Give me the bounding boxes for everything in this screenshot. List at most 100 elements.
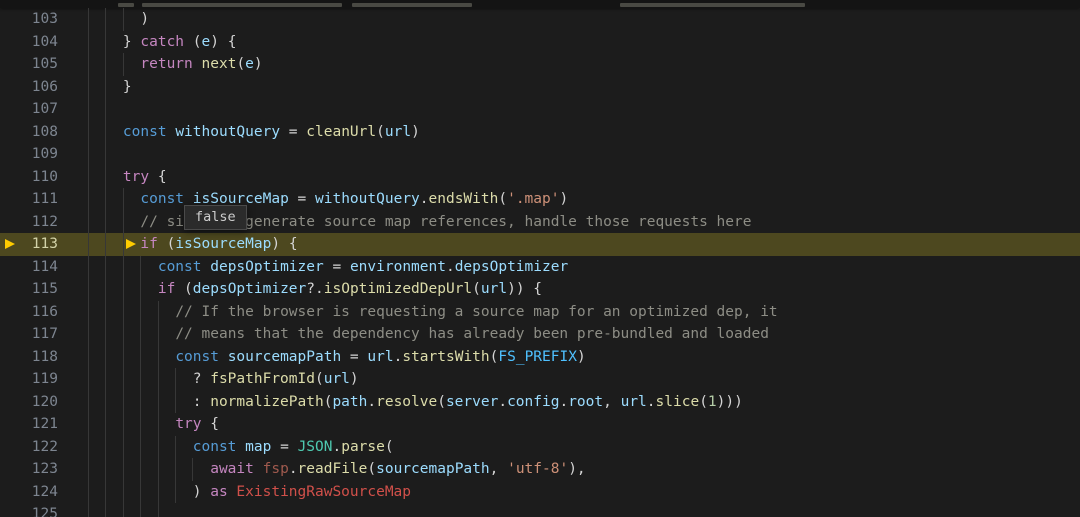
indent-guide [140, 480, 142, 503]
breakpoint-glyph-margin[interactable] [0, 323, 24, 346]
indent-guide [175, 458, 176, 481]
indent-guide [105, 143, 107, 166]
indent-guide [122, 188, 124, 211]
code-line-124: 124 ) as ExistingRawSourceMap [0, 480, 1080, 504]
line-number[interactable]: 110 [24, 166, 58, 189]
line-number[interactable]: 121 [24, 413, 58, 436]
code-line-content[interactable]: // If the browser is requesting a source… [58, 300, 1080, 323]
indent-guide [140, 413, 142, 436]
code-line-content[interactable]: await fsp.readFile(sourcemapPath, 'utf-8… [58, 458, 1080, 481]
breakpoint-glyph-margin[interactable] [0, 458, 24, 481]
breakpoint-glyph-margin[interactable] [0, 121, 24, 144]
code-line-content[interactable]: } catch (e) { [58, 30, 1080, 53]
code-line-content[interactable]: try { [58, 165, 1080, 188]
code-line-content[interactable]: ) [58, 8, 1080, 31]
line-number[interactable]: 104 [24, 31, 58, 54]
line-number[interactable]: 117 [24, 323, 58, 346]
code-text: // since we generate source map referenc… [140, 213, 752, 230]
debug-current-line-arrow-icon [5, 238, 15, 249]
breakpoint-glyph-margin[interactable] [0, 211, 24, 234]
breakpoint-glyph-margin[interactable] [0, 31, 24, 54]
code-line-123: 123 await fsp.readFile(sourcemapPath, 'u… [0, 458, 1080, 481]
code-line-content[interactable]: : normalizePath(path.resolve(server.conf… [58, 390, 1080, 413]
indent-guide [105, 345, 107, 368]
indent-guide [105, 480, 107, 503]
line-number[interactable]: 108 [24, 121, 58, 144]
line-number[interactable]: 118 [24, 346, 58, 369]
line-number[interactable]: 107 [24, 98, 58, 121]
line-number[interactable]: 119 [24, 368, 58, 391]
code-line-content[interactable]: if (isSourceMap) { [58, 233, 1080, 256]
line-number[interactable]: 125 [24, 503, 58, 517]
breakpoint-glyph-margin[interactable] [0, 256, 24, 279]
breakpoint-glyph-margin[interactable] [0, 346, 24, 369]
line-number[interactable]: 106 [24, 76, 58, 99]
code-line-content[interactable]: const sourcemapPath = url.startsWith(FS_… [58, 345, 1080, 368]
line-number[interactable]: 123 [24, 458, 58, 481]
code-line-content[interactable]: const map = JSON.parse( [58, 435, 1080, 458]
breakpoint-glyph-margin[interactable] [0, 166, 24, 189]
breakpoint-glyph-margin[interactable] [0, 368, 24, 391]
indent-guide [157, 323, 159, 346]
indent-guide [122, 458, 124, 481]
breakpoint-glyph-margin[interactable] [0, 391, 24, 414]
code-line-content[interactable]: ? fsPathFromId(url) [58, 368, 1080, 391]
clipped-top-code-line [0, 0, 1080, 8]
line-number[interactable]: 112 [24, 211, 58, 234]
indent-guide [105, 255, 107, 278]
breakpoint-glyph-margin[interactable] [0, 436, 24, 459]
code-line-content[interactable]: return next(e) [58, 53, 1080, 76]
code-line-content[interactable]: const depsOptimizer = environment.depsOp… [58, 255, 1080, 278]
line-number[interactable]: 120 [24, 391, 58, 414]
breakpoint-glyph-margin[interactable] [0, 76, 24, 99]
breakpoint-glyph-margin[interactable] [0, 481, 24, 504]
code-line-content[interactable]: ) as ExistingRawSourceMap [58, 480, 1080, 503]
indent-guide [157, 458, 159, 481]
indent-guide [192, 458, 194, 481]
indent-guide [88, 255, 89, 278]
indent-guide [122, 8, 124, 31]
code-line-content[interactable]: const withoutQuery = cleanUrl(url) [58, 120, 1080, 143]
code-line-content[interactable]: // means that the dependency has already… [58, 323, 1080, 346]
breakpoint-glyph-margin[interactable] [0, 503, 24, 517]
line-number[interactable]: 116 [24, 301, 58, 324]
line-number[interactable]: 115 [24, 278, 58, 301]
breakpoint-glyph-margin[interactable] [0, 233, 24, 256]
code-line-content[interactable] [58, 503, 1080, 517]
breakpoint-glyph-margin[interactable] [0, 53, 24, 76]
code-line-content[interactable]: if (depsOptimizer?.isOptimizedDepUrl(url… [58, 278, 1080, 301]
indent-guide [88, 188, 89, 211]
line-number[interactable]: 113 [24, 233, 58, 256]
indent-guide [88, 120, 89, 143]
line-number[interactable]: 109 [24, 143, 58, 166]
breakpoint-glyph-margin[interactable] [0, 188, 24, 211]
code-line-content[interactable]: try { [58, 413, 1080, 436]
indent-guide [105, 8, 107, 31]
code-line-content[interactable] [58, 98, 1080, 121]
code-line-111: 111 const isSourceMap = withoutQuery.end… [0, 188, 1080, 211]
code-line-content[interactable]: } [58, 75, 1080, 98]
breakpoint-glyph-margin[interactable] [0, 278, 24, 301]
code-editor[interactable]: 103 ) 104 } catch (e) {105 return next(e)… [0, 0, 1080, 517]
indent-guide [122, 210, 124, 233]
breakpoint-glyph-margin[interactable] [0, 98, 24, 121]
indent-guide [122, 503, 124, 517]
line-number[interactable]: 124 [24, 481, 58, 504]
line-number[interactable]: 114 [24, 256, 58, 279]
code-line-content[interactable] [58, 143, 1080, 166]
code-line-115: 115 if (depsOptimizer?.isOptimizedDepUrl… [0, 278, 1080, 301]
line-number[interactable]: 105 [24, 53, 58, 76]
breakpoint-glyph-margin[interactable] [0, 413, 24, 436]
breakpoint-glyph-margin[interactable] [0, 301, 24, 324]
code-text: // If the browser is requesting a source… [175, 303, 778, 320]
line-number[interactable]: 111 [24, 188, 58, 211]
indent-guide [122, 435, 124, 458]
code-text: const map = JSON.parse( [192, 438, 394, 455]
breakpoint-glyph-margin[interactable] [0, 8, 24, 31]
breakpoint-glyph-margin[interactable] [0, 143, 24, 166]
line-number[interactable]: 103 [24, 8, 58, 31]
indent-guide [88, 390, 89, 413]
line-number[interactable]: 122 [24, 436, 58, 459]
indent-guide [88, 143, 89, 166]
indent-guide [140, 323, 142, 346]
